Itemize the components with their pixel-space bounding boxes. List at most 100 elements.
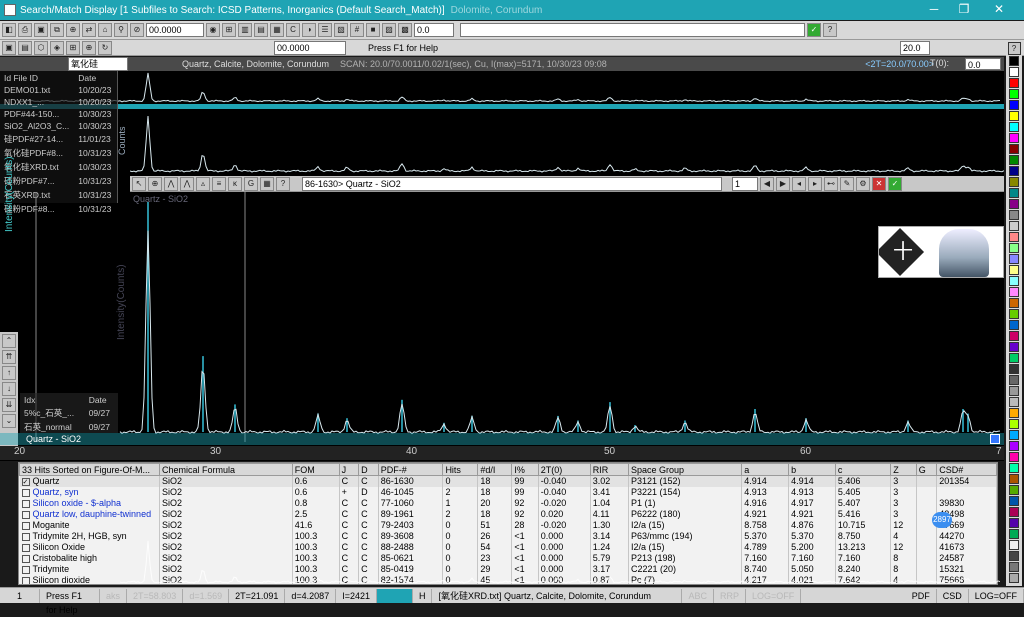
palette-swatch[interactable] — [1009, 397, 1019, 407]
up-arrow-icon[interactable]: ↑ — [2, 366, 16, 380]
hit-checkbox[interactable] — [21, 576, 30, 584]
hit-row[interactable]: Silicon oxide - $-alpha SiO2 0.8 C C 77-1060 1… — [19, 497, 997, 509]
hit-checkbox[interactable] — [21, 510, 30, 519]
hits-header-col[interactable]: #d/I — [477, 463, 513, 476]
palette-swatch[interactable] — [1009, 56, 1019, 66]
angle-select-2[interactable]: 00.0000 — [274, 40, 346, 55]
palette-swatch[interactable] — [1009, 551, 1019, 561]
zoom-in-icon[interactable]: ⊕ — [148, 176, 162, 191]
save-icon[interactable]: ▣ — [34, 23, 48, 37]
palette-swatch[interactable] — [1009, 320, 1019, 330]
inner-help-icon[interactable]: ? — [276, 176, 290, 191]
prev-icon[interactable]: ◀ — [760, 176, 774, 191]
palette-swatch[interactable] — [1009, 463, 1019, 473]
palette-swatch[interactable] — [1009, 452, 1019, 462]
palette-swatch[interactable] — [1009, 573, 1019, 583]
tool1-icon[interactable]: ▣ — [2, 40, 16, 55]
palette-swatch[interactable] — [1009, 265, 1019, 275]
palette-swatch[interactable] — [1009, 474, 1019, 484]
file-list-item[interactable]: 硅PDF#27-14... — [2, 133, 74, 145]
down-arrow-icon[interactable]: ↓ — [2, 382, 16, 396]
palette-help-icon[interactable]: ? — [1007, 42, 1021, 55]
palette-swatch[interactable] — [1009, 67, 1019, 77]
hits-header-col[interactable]: G — [915, 463, 938, 476]
layers-icon[interactable]: ▨ — [382, 23, 396, 37]
palette-swatch[interactable] — [1009, 485, 1019, 495]
palette-swatch[interactable] — [1009, 166, 1019, 176]
print-icon[interactable]: ⎙ — [18, 23, 32, 37]
palette-swatch[interactable] — [1009, 133, 1019, 143]
g-icon[interactable]: G — [244, 176, 258, 191]
hit-row[interactable]: Quartz, syn SiO2 0.6 + D 46-1045 2 18 99 -0.040 3.… — [19, 486, 997, 498]
zero-field[interactable]: 0.0 — [414, 23, 454, 37]
minimize-button[interactable]: ─ — [920, 2, 948, 18]
copy-icon[interactable]: ⧉ — [50, 23, 64, 37]
palette-swatch[interactable] — [1009, 100, 1019, 110]
hits-header-col[interactable]: Chemical Formula — [159, 463, 293, 476]
grid-icon[interactable]: # — [350, 23, 364, 37]
status-csd[interactable]: CSD — [937, 588, 969, 603]
collapse-icon[interactable]: ⇊ — [2, 398, 16, 412]
open-icon[interactable]: ◧ — [2, 23, 16, 37]
lower-list-file[interactable]: 石英_normal — [22, 421, 85, 433]
peak-mark-icon[interactable]: ⋀ — [180, 176, 194, 191]
tool5-icon[interactable]: ⊞ — [66, 40, 80, 55]
check-icon[interactable]: ✓ — [807, 23, 821, 37]
lower-list-file[interactable]: 5%c_石英_... — [22, 407, 85, 419]
hits-header-col[interactable]: RIR — [589, 463, 630, 476]
hit-checkbox[interactable] — [21, 532, 30, 541]
hit-checkbox[interactable] — [21, 543, 30, 552]
peak-icon[interactable]: ⌂ — [98, 23, 112, 37]
palette-swatch[interactable] — [1009, 562, 1019, 572]
hits-header-col[interactable]: FOM — [291, 463, 340, 476]
hit-checkbox[interactable] — [21, 488, 30, 497]
tool2-icon[interactable]: ▤ — [18, 40, 32, 55]
expand-icon[interactable]: ⇈ — [2, 350, 16, 364]
palette-swatch[interactable] — [1009, 529, 1019, 539]
file-select[interactable]: 氧化硅XRD.txt — [68, 57, 128, 81]
palette-swatch[interactable] — [1009, 155, 1019, 165]
search-combo[interactable] — [460, 23, 805, 37]
file-list-item[interactable]: DEMO01.txt — [2, 85, 74, 95]
bars3-icon[interactable]: ▦ — [270, 23, 284, 37]
palette-swatch[interactable] — [1009, 298, 1019, 308]
angle-select[interactable]: 00.0000 — [146, 23, 204, 37]
palette-swatch[interactable] — [1009, 232, 1019, 242]
status-pdf[interactable]: PDF — [906, 588, 937, 603]
swap-icon[interactable]: ⇄ — [82, 23, 96, 37]
overlay-icon[interactable]: ▵ — [196, 176, 210, 191]
hit-checkbox[interactable] — [21, 499, 30, 508]
tool4-icon[interactable]: ◈ — [50, 40, 64, 55]
scroll-down-icon[interactable]: ⌄ — [2, 414, 16, 428]
hits-header-col[interactable]: c — [834, 463, 892, 476]
palette-swatch[interactable] — [1009, 386, 1019, 396]
file-list-item[interactable]: NDXX1_... — [2, 97, 74, 107]
inner-check-icon[interactable]: ✓ — [888, 176, 902, 191]
settings-icon[interactable]: ⚙ — [856, 176, 870, 191]
hits-header-col[interactable]: b — [788, 463, 836, 476]
palette-swatch[interactable] — [1009, 353, 1019, 363]
grid-view-icon[interactable]: ▦ — [260, 176, 274, 191]
palette-swatch[interactable] — [1009, 177, 1019, 187]
palette-swatch[interactable] — [1009, 287, 1019, 297]
hits-header-col[interactable]: Hits — [442, 463, 479, 476]
pie-icon[interactable]: ◑ — [302, 23, 316, 37]
phase-count[interactable]: 1 — [732, 176, 758, 191]
palette-swatch[interactable] — [1009, 254, 1019, 264]
notification-badge[interactable]: 2897 — [932, 512, 952, 528]
file-list-item[interactable]: SiO2_Al2O3_C... — [2, 121, 74, 131]
palette-swatch[interactable] — [1009, 122, 1019, 132]
palette-swatch[interactable] — [1009, 342, 1019, 352]
tool7-icon[interactable]: ↻ — [98, 40, 112, 55]
peak-fit-icon[interactable]: ⋀ — [164, 176, 178, 191]
hits-header-col[interactable]: PDF-# — [377, 463, 444, 476]
palette-swatch[interactable] — [1009, 364, 1019, 374]
palette-swatch[interactable] — [1009, 408, 1019, 418]
search-icon[interactable]: ⚲ — [114, 23, 128, 37]
cursor-icon[interactable]: ↖ — [132, 176, 146, 191]
hits-header-col[interactable]: Space Group — [628, 463, 743, 476]
palette-swatch[interactable] — [1009, 309, 1019, 319]
palette-swatch[interactable] — [1009, 430, 1019, 440]
inner-close-icon[interactable]: ✕ — [872, 176, 886, 191]
palette-swatch[interactable] — [1009, 199, 1019, 209]
